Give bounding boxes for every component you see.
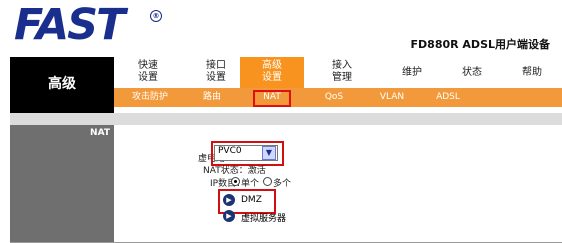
nav-status[interactable]: 状态 (442, 57, 502, 88)
section-label: NAT (90, 128, 110, 138)
nav-advanced-setup[interactable]: 高级 设置 (240, 57, 304, 88)
device-model: FD880R ADSL用户端设备 (410, 38, 550, 51)
brand-logo: FAST (14, 0, 125, 50)
separator-band (10, 113, 562, 125)
sub-nav: 攻击防护 路由 NAT QoS VLAN ADSL (114, 88, 562, 107)
radio-single-label: 单个 (241, 179, 260, 189)
nat-status: NAT状态：激活 (203, 166, 266, 176)
top-nav: 快速 设置 接口 设置 高级 设置 接入 管理 维护 状态 帮助 (114, 57, 562, 88)
subnav-qos[interactable]: QoS (312, 90, 356, 105)
subnav-vlan[interactable]: VLAN (370, 90, 414, 105)
page-title: 高级 (48, 76, 76, 92)
radio-multiple[interactable] (263, 177, 272, 186)
content-area (114, 125, 562, 243)
registered-mark: ® (150, 10, 162, 22)
subnav-attack-protection[interactable]: 攻击防护 (128, 90, 172, 105)
nav-quick-setup[interactable]: 快速 设置 (114, 57, 182, 88)
nav-access-management[interactable]: 接入 管理 (304, 57, 380, 88)
arrow-right-icon[interactable]: ▶ (223, 194, 235, 206)
nav-help[interactable]: 帮助 (502, 57, 562, 88)
subnav-adsl[interactable]: ADSL (426, 90, 470, 105)
arrow-right-icon[interactable]: ▶ (223, 210, 235, 222)
dmz-link[interactable]: DMZ (241, 195, 262, 205)
radio-selected-dot (234, 180, 237, 183)
virtual-server-link[interactable]: 虚拟服务器 (241, 211, 286, 224)
left-panel (10, 125, 114, 243)
nav-maintenance[interactable]: 维护 (382, 57, 442, 88)
nat-highlight-box (253, 90, 291, 107)
subnav-routing[interactable]: 路由 (190, 90, 234, 105)
radio-multiple-label: 多个 (273, 179, 292, 189)
